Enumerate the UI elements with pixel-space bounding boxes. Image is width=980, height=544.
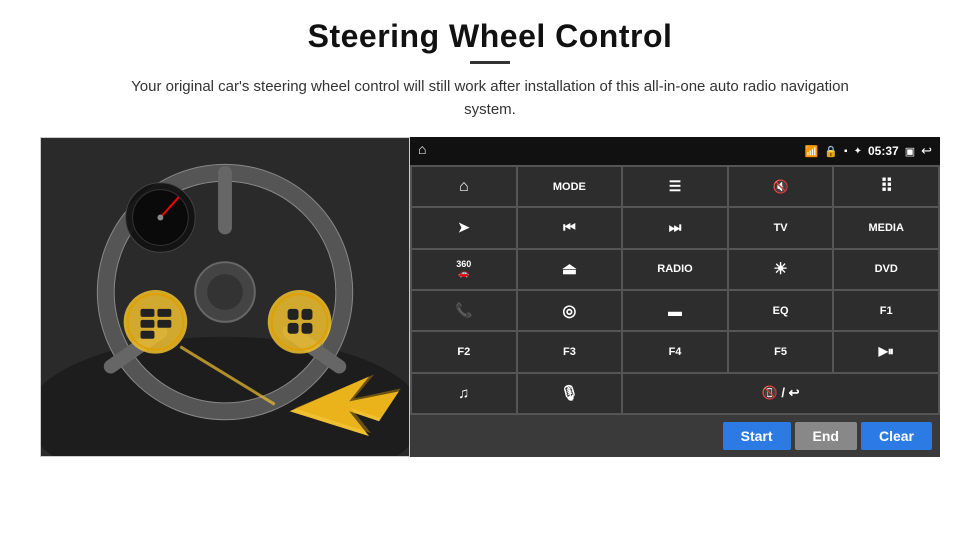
sd-status-icon: ▪	[844, 146, 848, 157]
page-subtitle: Your original car's steering wheel contr…	[130, 76, 850, 121]
list-button[interactable]: ☰	[623, 167, 727, 206]
bt-status-icon: ✦	[854, 146, 862, 157]
list-icon: ☰	[669, 178, 682, 195]
media-button[interactable]: MEDIA	[834, 208, 938, 247]
f5-button[interactable]: F5	[729, 332, 833, 371]
dvd-button[interactable]: DVD	[834, 250, 938, 289]
f1-button[interactable]: F1	[834, 291, 938, 330]
steering-wheel-image	[40, 137, 410, 457]
tv-label: TV	[774, 222, 788, 234]
clear-button[interactable]: Clear	[861, 422, 932, 450]
home-icon-status: ⌂	[418, 143, 426, 159]
nav-button[interactable]: ➤	[412, 208, 516, 247]
mic-button[interactable]: 🎙	[518, 374, 622, 413]
radio-button[interactable]: RADIO	[623, 250, 727, 289]
play-pause-icon: ▶⏸	[879, 344, 894, 359]
action-bar: Start End Clear	[410, 415, 940, 457]
screen-icon: ▬	[668, 303, 682, 319]
hangup-icon: 📵 / ↩	[762, 385, 800, 401]
title-divider	[470, 61, 510, 64]
tv-button[interactable]: TV	[729, 208, 833, 247]
brightness-button[interactable]: ☀	[729, 250, 833, 289]
recent-icon: ▣	[905, 145, 915, 158]
globe-button[interactable]: ◎	[518, 291, 622, 330]
mode-label: MODE	[553, 181, 586, 193]
phone-icon: 📞	[455, 302, 472, 319]
dvd-label: DVD	[875, 263, 898, 275]
eject-button[interactable]: ⏏	[518, 250, 622, 289]
globe-icon: ◎	[562, 301, 576, 321]
home-icon: ⌂	[459, 178, 469, 196]
vol-mute-button[interactable]: 🔇	[729, 167, 833, 206]
nav-icon: ➤	[458, 219, 470, 236]
f5-label: F5	[774, 346, 787, 358]
cam360-icon: 360🚗	[456, 260, 471, 278]
eject-icon: ⏏	[562, 259, 577, 279]
status-bar-right: 📶 🔒 ▪ ✦ 05:37 ▣ ↩	[805, 143, 932, 159]
status-time: 05:37	[868, 144, 899, 158]
home-button[interactable]: ⌂	[412, 167, 516, 206]
f4-label: F4	[669, 346, 682, 358]
f3-label: F3	[563, 346, 576, 358]
next-button[interactable]: ⏭	[623, 208, 727, 247]
apps-button[interactable]: ⠿	[834, 167, 938, 206]
mic-icon: 🎙	[560, 384, 579, 402]
music-button[interactable]: ♫	[412, 374, 516, 413]
vol-mute-icon: 🔇	[773, 179, 789, 195]
lock-status-icon: 🔒	[824, 145, 838, 158]
brightness-icon: ☀	[773, 259, 787, 279]
play-pause-button[interactable]: ▶⏸	[834, 332, 938, 371]
end-button[interactable]: End	[795, 422, 857, 450]
status-bar-left: ⌂	[418, 143, 426, 159]
android-panel: ⌂ 📶 🔒 ▪ ✦ 05:37 ▣ ↩ ⌂	[410, 137, 940, 457]
f2-button[interactable]: F2	[412, 332, 516, 371]
music-icon: ♫	[458, 385, 469, 402]
hangup-button[interactable]: 📵 / ↩	[623, 374, 938, 413]
page-title: Steering Wheel Control	[308, 18, 673, 55]
wifi-status-icon: 📶	[805, 145, 819, 158]
start-button[interactable]: Start	[723, 422, 791, 450]
mode-button[interactable]: MODE	[518, 167, 622, 206]
prev-button[interactable]: ⏮	[518, 208, 622, 247]
back-icon: ↩	[921, 143, 932, 159]
status-bar: ⌂ 📶 🔒 ▪ ✦ 05:37 ▣ ↩	[410, 137, 940, 165]
phone-button[interactable]: 📞	[412, 291, 516, 330]
button-grid: ⌂ MODE ☰ 🔇 ⠿ ➤ ⏮	[410, 165, 940, 415]
eq-label: EQ	[773, 305, 789, 317]
prev-icon: ⏮	[563, 219, 576, 236]
eq-button[interactable]: EQ	[729, 291, 833, 330]
media-label: MEDIA	[868, 222, 903, 234]
f2-label: F2	[457, 346, 470, 358]
f1-label: F1	[880, 305, 893, 317]
radio-label: RADIO	[657, 263, 692, 275]
next-icon: ⏭	[669, 219, 682, 236]
f3-button[interactable]: F3	[518, 332, 622, 371]
apps-icon: ⠿	[880, 176, 892, 197]
page-wrapper: Steering Wheel Control Your original car…	[0, 0, 980, 544]
screen-button[interactable]: ▬	[623, 291, 727, 330]
content-row: ⌂ 📶 🔒 ▪ ✦ 05:37 ▣ ↩ ⌂	[40, 137, 940, 457]
cam360-button[interactable]: 360🚗	[412, 250, 516, 289]
f4-button[interactable]: F4	[623, 332, 727, 371]
